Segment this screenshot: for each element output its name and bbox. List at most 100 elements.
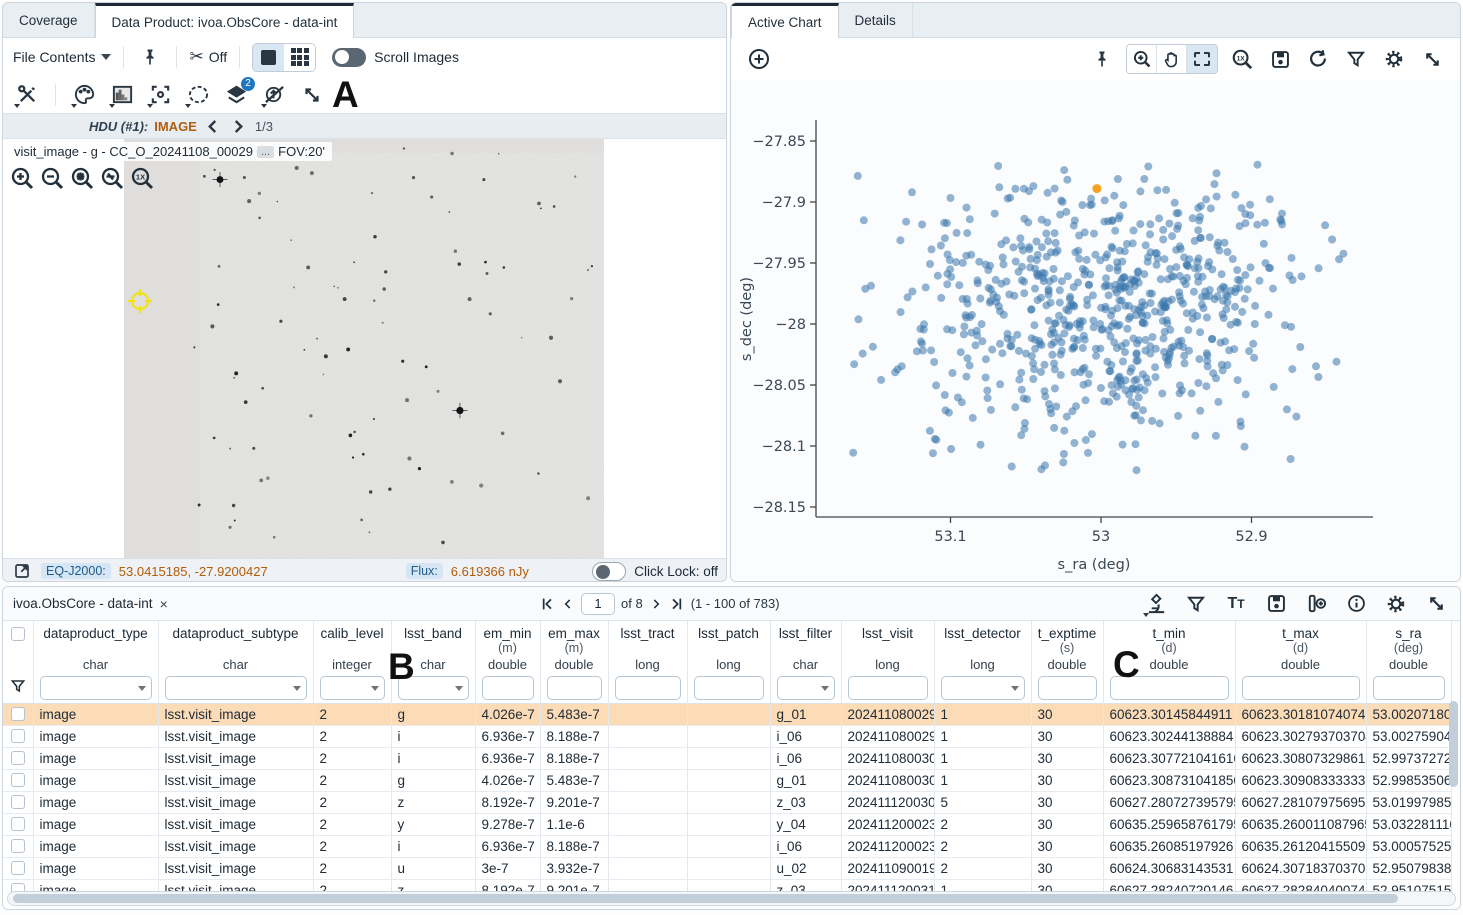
page-number-input[interactable] bbox=[581, 593, 615, 615]
filter-input-t_exptime[interactable] bbox=[1038, 676, 1097, 700]
tab-active-chart[interactable]: Active Chart bbox=[731, 3, 839, 38]
table-row[interactable]: imagelsst.visit_image2g4.026e-75.483e-7g… bbox=[3, 703, 1451, 725]
chart-pan-mode-button[interactable] bbox=[1157, 45, 1187, 73]
zoom-in-button[interactable] bbox=[9, 165, 35, 191]
layers-button[interactable]: 2 bbox=[222, 81, 250, 109]
chart-options-button[interactable] bbox=[1380, 45, 1408, 73]
scatter-chart[interactable]: −27.85−27.9−27.95−28−28.05−28.1−28.1553.… bbox=[731, 80, 1460, 582]
scroll-images-toggle[interactable]: Scroll Images bbox=[332, 48, 459, 67]
last-page-button[interactable] bbox=[669, 596, 685, 612]
table-text-view-button[interactable]: TT bbox=[1222, 590, 1250, 618]
hdu-prev-button[interactable] bbox=[203, 116, 223, 136]
column-header-calib_level[interactable]: calib_level bbox=[313, 621, 391, 641]
column-header-lsst_visit[interactable]: lsst_visit bbox=[841, 621, 934, 641]
zoom-out-button[interactable] bbox=[39, 165, 65, 191]
column-header-em_max[interactable]: em_max bbox=[540, 621, 608, 641]
zoom-1x-button[interactable]: 1X bbox=[129, 165, 155, 191]
column-header-lsst_filter[interactable]: lsst_filter bbox=[770, 621, 841, 641]
filter-select-lsst_filter[interactable] bbox=[777, 676, 835, 700]
recenter-button[interactable] bbox=[146, 81, 174, 109]
chart-refresh-button[interactable] bbox=[1304, 45, 1332, 73]
row-checkbox[interactable] bbox=[3, 769, 33, 791]
filter-input-t_max[interactable] bbox=[1242, 676, 1360, 700]
row-checkbox[interactable] bbox=[3, 747, 33, 769]
tab-details[interactable]: Details bbox=[839, 3, 913, 37]
filter-select-dataproduct_type[interactable] bbox=[40, 676, 152, 700]
pin-button[interactable] bbox=[136, 43, 164, 71]
scrollbar-thumb[interactable] bbox=[13, 894, 1398, 903]
hdu-next-button[interactable] bbox=[229, 116, 249, 136]
color-palette-button[interactable] bbox=[70, 81, 98, 109]
chart-save-button[interactable] bbox=[1266, 45, 1294, 73]
expand-image-button[interactable] bbox=[298, 81, 326, 109]
table-scroll-area[interactable]: dataproduct_typedataproduct_subtypecalib… bbox=[3, 620, 1460, 896]
chart-select-mode-button[interactable] bbox=[1187, 45, 1217, 73]
image-viewer[interactable]: visit_image - g - CC_O_20241108_00029 ..… bbox=[3, 139, 726, 582]
tab-data-product[interactable]: Data Product: ivoa.ObsCore - data-int bbox=[95, 3, 355, 38]
single-view-button[interactable] bbox=[253, 44, 284, 71]
table-filter-button[interactable] bbox=[1182, 590, 1210, 618]
row-checkbox[interactable] bbox=[3, 835, 33, 857]
column-header-lsst_patch[interactable]: lsst_patch bbox=[687, 621, 770, 641]
column-header-lsst_tract[interactable]: lsst_tract bbox=[608, 621, 687, 641]
stretch-button[interactable] bbox=[108, 81, 136, 109]
table-row[interactable]: imagelsst.visit_image2z8.192e-79.201e-7z… bbox=[3, 791, 1451, 813]
column-header-lsst_detector[interactable]: lsst_detector bbox=[934, 621, 1031, 641]
column-header-dataproduct_type[interactable]: dataproduct_type bbox=[33, 621, 158, 641]
filter-select-lsst_detector[interactable] bbox=[941, 676, 1025, 700]
row-checkbox[interactable] bbox=[3, 703, 33, 725]
table-analyze-button[interactable] bbox=[1142, 590, 1170, 618]
zoom-fill-button[interactable] bbox=[99, 165, 125, 191]
table-row[interactable]: imagelsst.visit_image2i6.936e-78.188e-7i… bbox=[3, 747, 1451, 769]
chart-zoom-mode-button[interactable] bbox=[1127, 45, 1157, 73]
table-row[interactable]: imagelsst.visit_image2y9.278e-71.1e-6y_0… bbox=[3, 813, 1451, 835]
chart-zoom-original-button[interactable]: 1X bbox=[1228, 45, 1256, 73]
table-close-button[interactable]: × bbox=[160, 596, 168, 612]
filter-input-em_max[interactable] bbox=[547, 676, 602, 700]
select-region-button[interactable] bbox=[184, 81, 212, 109]
column-header-t_min[interactable]: t_min bbox=[1103, 621, 1235, 641]
row-checkbox[interactable] bbox=[3, 791, 33, 813]
flux-chip[interactable]: Flux: bbox=[406, 563, 443, 579]
row-checkbox[interactable] bbox=[3, 857, 33, 879]
chart-filter-button[interactable] bbox=[1342, 45, 1370, 73]
crop-button[interactable]: ✂ Off bbox=[189, 43, 227, 71]
column-header-em_min[interactable]: em_min bbox=[475, 621, 540, 641]
column-header-dataproduct_subtype[interactable]: dataproduct_subtype bbox=[158, 621, 313, 641]
filter-input-lsst_visit[interactable] bbox=[848, 676, 928, 700]
row-checkbox[interactable] bbox=[3, 725, 33, 747]
row-checkbox[interactable] bbox=[3, 813, 33, 835]
chart-expand-button[interactable] bbox=[1418, 45, 1446, 73]
filter-input-lsst_patch[interactable] bbox=[694, 676, 764, 700]
pin-chart-button[interactable] bbox=[1088, 45, 1116, 73]
select-all-checkbox[interactable] bbox=[3, 621, 33, 641]
column-header-s_ra[interactable]: s_ra bbox=[1366, 621, 1451, 641]
table-row[interactable]: imagelsst.visit_image2u3e-73.932e-7u_022… bbox=[3, 857, 1451, 879]
filter-select-dataproduct_subtype[interactable] bbox=[165, 676, 307, 700]
column-header-lsst_band[interactable]: lsst_band bbox=[391, 621, 475, 641]
horizontal-scrollbar[interactable] bbox=[7, 891, 1456, 906]
scatter-plot-svg[interactable]: −27.85−27.9−27.95−28−28.05−28.1−28.1553.… bbox=[731, 80, 1460, 582]
filter-input-em_min[interactable] bbox=[482, 676, 534, 700]
table-save-button[interactable] bbox=[1262, 590, 1290, 618]
grid-view-button[interactable] bbox=[284, 44, 315, 71]
column-header-t_max[interactable]: t_max bbox=[1235, 621, 1366, 641]
tab-coverage[interactable]: Coverage bbox=[3, 3, 95, 37]
add-chart-button[interactable] bbox=[745, 45, 773, 73]
prev-page-button[interactable] bbox=[561, 596, 575, 612]
table-expand-button[interactable] bbox=[1422, 590, 1450, 618]
filter-select-calib_level[interactable] bbox=[320, 676, 385, 700]
column-header-t_exptime[interactable]: t_exptime bbox=[1031, 621, 1103, 641]
coord-system-chip[interactable]: EQ-J2000: bbox=[41, 563, 111, 579]
table-info-button[interactable] bbox=[1342, 590, 1370, 618]
table-row[interactable]: imagelsst.visit_image2g4.026e-75.483e-7g… bbox=[3, 769, 1451, 791]
image-tools-button[interactable] bbox=[13, 81, 41, 109]
zoom-fit-button[interactable] bbox=[69, 165, 95, 191]
table-row[interactable]: imagelsst.visit_image2i6.936e-78.188e-7i… bbox=[3, 835, 1451, 857]
first-page-button[interactable] bbox=[539, 596, 555, 612]
table-row[interactable]: imagelsst.visit_image2i6.936e-78.188e-7i… bbox=[3, 725, 1451, 747]
file-contents-dropdown[interactable]: File Contents bbox=[13, 49, 111, 65]
fits-image[interactable] bbox=[124, 139, 604, 559]
filter-input-s_ra[interactable] bbox=[1373, 676, 1445, 700]
vertical-scrollbar[interactable] bbox=[1449, 701, 1458, 787]
